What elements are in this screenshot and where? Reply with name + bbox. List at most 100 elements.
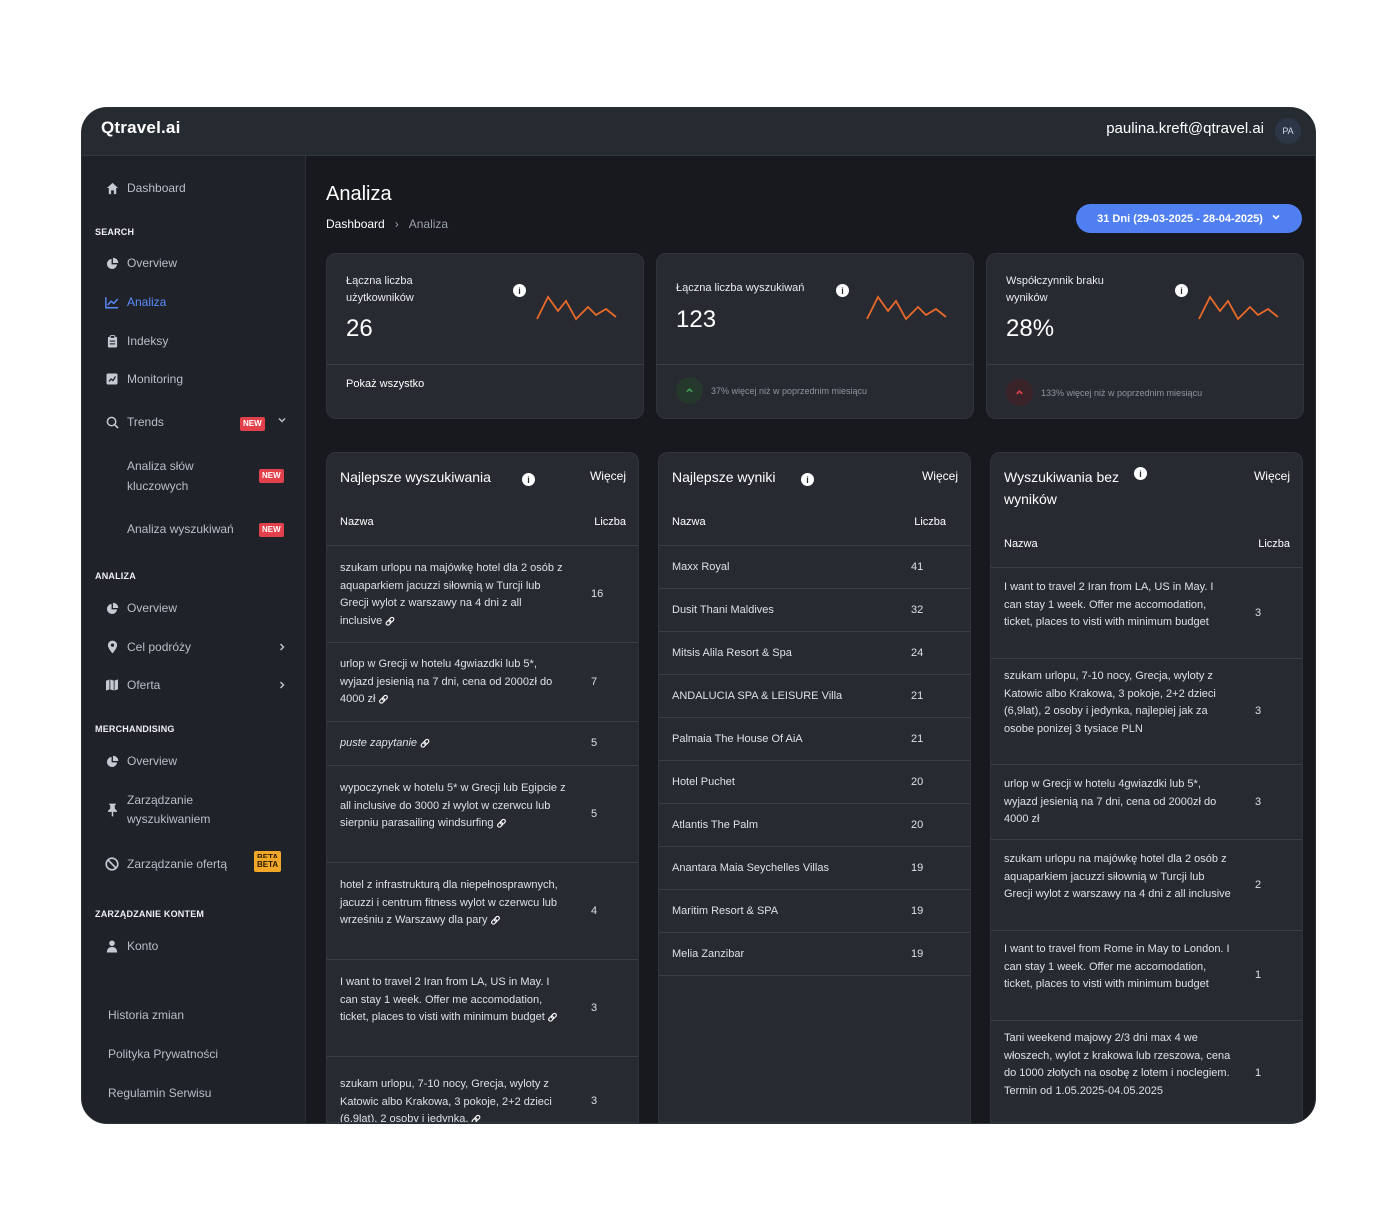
column-header-name[interactable]: Nazwa bbox=[340, 516, 374, 528]
info-icon[interactable]: i bbox=[522, 473, 535, 486]
row-name[interactable]: I want to travel from Rome in May to Lon… bbox=[1004, 941, 1232, 994]
table-row[interactable]: ANDALUCIA SPA & LEISURE Villa 21 bbox=[659, 675, 970, 718]
link-icon[interactable]: 🔗 bbox=[385, 617, 395, 626]
row-name[interactable]: szukam urlopu na majówkę hotel dla 2 osó… bbox=[340, 560, 568, 630]
table-row[interactable]: Tani weekend majowy 2/3 dni max 4 we wło… bbox=[991, 1021, 1302, 1122]
chevron-right-icon[interactable] bbox=[277, 642, 287, 655]
row-name[interactable]: szukam urlopu na majówkę hotel dla 2 osó… bbox=[1004, 851, 1232, 904]
table-row[interactable]: szukam urlopu, 7-10 nocy, Grecja, wyloty… bbox=[327, 1057, 638, 1122]
row-name[interactable]: urlop w Grecji w hotelu 4gwiazdki lub 5*… bbox=[1004, 776, 1232, 829]
column-header-name[interactable]: Nazwa bbox=[672, 516, 706, 528]
column-header-name[interactable]: Nazwa bbox=[1004, 538, 1038, 550]
sidebar-item-trends[interactable]: Trends bbox=[105, 415, 164, 429]
table-row[interactable]: Atlantis The Palm 20 bbox=[659, 804, 970, 847]
show-all-link[interactable]: Pokaż wszystko bbox=[346, 378, 424, 390]
table-row[interactable]: I want to travel from Rome in May to Lon… bbox=[991, 931, 1302, 1021]
table-row[interactable]: wypoczynek w hotelu 5* w Grecji lub Egip… bbox=[327, 766, 638, 863]
column-header-count[interactable]: Liczba bbox=[1258, 538, 1290, 550]
sidebar-item-analiza[interactable]: Analiza bbox=[105, 295, 166, 309]
table-row[interactable]: Palmaia The House Of AiA 21 bbox=[659, 718, 970, 761]
table-row[interactable]: szukam urlopu, 7-10 nocy, Grecja, wyloty… bbox=[991, 659, 1302, 765]
table-row[interactable]: puste zapytanie 🔗 5 bbox=[327, 722, 638, 766]
sidebar-item-label: Cel podróży bbox=[127, 640, 192, 654]
table-row[interactable]: szukam urlopu na majówkę hotel dla 2 osó… bbox=[991, 840, 1302, 931]
breadcrumb-home[interactable]: Dashboard bbox=[326, 217, 385, 231]
row-name[interactable]: hotel z infrastrukturą dla niepełnospraw… bbox=[340, 877, 568, 930]
sidebar-item-zarzadzanie-oferta[interactable]: Zarządzanie ofertą bbox=[105, 857, 227, 871]
table-row[interactable]: szukam urlopu na majówkę hotel dla 2 osó… bbox=[327, 546, 638, 643]
row-name[interactable]: puste zapytanie 🔗 bbox=[340, 735, 568, 753]
row-name[interactable]: Tani weekend majowy 2/3 dni max 4 we wło… bbox=[1004, 1030, 1232, 1100]
pin-icon bbox=[105, 803, 119, 817]
link-icon[interactable]: 🔗 bbox=[548, 1013, 558, 1022]
date-range-dropdown[interactable]: 31 Dni (29-03-2025 - 28-04-2025) bbox=[1076, 204, 1302, 233]
row-name[interactable]: ANDALUCIA SPA & LEISURE Villa bbox=[672, 688, 892, 706]
table-row[interactable]: I want to travel 2 Iran from LA, US in M… bbox=[327, 960, 638, 1057]
avatar[interactable]: PA bbox=[1275, 118, 1301, 144]
table-row[interactable]: Melia Zanzibar 19 bbox=[659, 933, 970, 976]
row-count: 1 bbox=[1255, 1067, 1262, 1079]
info-icon[interactable]: i bbox=[801, 473, 814, 486]
polityka-prywatnosci-link[interactable]: Polityka Prywatności bbox=[108, 1047, 218, 1061]
row-name[interactable]: Maxx Royal bbox=[672, 559, 892, 577]
row-name[interactable]: szukam urlopu, 7-10 nocy, Grecja, wyloty… bbox=[340, 1076, 568, 1122]
table-row[interactable]: Maritim Resort & SPA 19 bbox=[659, 890, 970, 933]
sidebar-item-konto[interactable]: Konto bbox=[105, 939, 158, 953]
column-header-count[interactable]: Liczba bbox=[594, 516, 626, 528]
row-name[interactable]: Palmaia The House Of AiA bbox=[672, 731, 892, 749]
link-icon[interactable]: 🔗 bbox=[496, 819, 506, 828]
more-link[interactable]: Więcej bbox=[1254, 469, 1290, 483]
link-icon[interactable]: 🔗 bbox=[378, 695, 388, 704]
table-row[interactable]: Anantara Maia Seychelles Villas 19 bbox=[659, 847, 970, 890]
app-logo[interactable]: Qtravel.ai bbox=[101, 118, 181, 138]
more-link[interactable]: Więcej bbox=[922, 469, 958, 483]
sidebar-item-monitoring[interactable]: Monitoring bbox=[105, 372, 183, 386]
table-row[interactable]: urlop w Grecji w hotelu 4gwiazdki lub 5*… bbox=[991, 765, 1302, 840]
info-icon[interactable]: i bbox=[836, 284, 849, 297]
table-row[interactable]: Hotel Puchet 20 bbox=[659, 761, 970, 804]
sidebar-item-cel-podrozy[interactable]: Cel podróży bbox=[105, 640, 191, 654]
row-name[interactable]: Atlantis The Palm bbox=[672, 817, 892, 835]
info-icon[interactable]: i bbox=[1175, 284, 1188, 297]
user-email[interactable]: paulina.kreft@qtravel.ai bbox=[1106, 120, 1264, 137]
sidebar-item-search-overview[interactable]: Overview bbox=[105, 256, 177, 270]
info-icon[interactable]: i bbox=[1134, 467, 1147, 480]
column-header-count[interactable]: Liczba bbox=[914, 516, 946, 528]
chevron-right-icon[interactable] bbox=[277, 680, 287, 693]
sidebar-item-zarzadzanie-wyszukiwaniem[interactable]: Zarządzanie wyszukiwaniem bbox=[105, 791, 227, 829]
table-row[interactable]: Maxx Royal 41 bbox=[659, 546, 970, 589]
info-icon[interactable]: i bbox=[513, 284, 526, 297]
table-row[interactable]: urlop w Grecji w hotelu 4gwiazdki lub 5*… bbox=[327, 643, 638, 722]
row-name[interactable]: I want to travel 2 Iran from LA, US in M… bbox=[1004, 579, 1232, 632]
row-name[interactable]: urlop w Grecji w hotelu 4gwiazdki lub 5*… bbox=[340, 656, 568, 709]
page-title: Analiza bbox=[326, 183, 392, 205]
sidebar-item-dashboard[interactable]: Dashboard bbox=[105, 181, 186, 195]
link-icon[interactable]: 🔗 bbox=[491, 916, 501, 925]
regulamin-serwisu-link[interactable]: Regulamin Serwisu bbox=[108, 1086, 211, 1100]
row-name[interactable]: wypoczynek w hotelu 5* w Grecji lub Egip… bbox=[340, 780, 568, 833]
row-name[interactable]: Melia Zanzibar bbox=[672, 946, 892, 964]
sidebar-subitem-analiza-wyszukiwan[interactable]: Analiza wyszukiwań bbox=[127, 519, 234, 539]
table-row[interactable]: Mitsis Alila Resort & Spa 24 bbox=[659, 632, 970, 675]
row-name[interactable]: Anantara Maia Seychelles Villas bbox=[672, 860, 892, 878]
sidebar-item-analiza-overview[interactable]: Overview bbox=[105, 601, 177, 615]
row-name[interactable]: Mitsis Alila Resort & Spa bbox=[672, 645, 892, 663]
table-row[interactable]: I want to travel 2 Iran from LA, US in M… bbox=[991, 568, 1302, 659]
more-link[interactable]: Więcej bbox=[590, 469, 626, 483]
row-name[interactable]: Hotel Puchet bbox=[672, 774, 892, 792]
link-icon[interactable]: 🔗 bbox=[420, 739, 430, 748]
row-name[interactable]: I want to travel 2 Iran from LA, US in M… bbox=[340, 974, 568, 1027]
chevron-down-icon[interactable] bbox=[277, 415, 287, 428]
historia-zmian-link[interactable]: Historia zmian bbox=[108, 1008, 184, 1022]
row-name[interactable]: Dusit Thani Maldives bbox=[672, 602, 892, 620]
link-icon[interactable]: 🔗 bbox=[471, 1115, 481, 1122]
sidebar-item-oferta[interactable]: Oferta bbox=[105, 678, 160, 692]
sidebar-subitem-analiza-slow[interactable]: Analiza słów kluczowych bbox=[127, 456, 217, 496]
table-row[interactable]: Dusit Thani Maldives 32 bbox=[659, 589, 970, 632]
row-name[interactable]: Maritim Resort & SPA bbox=[672, 903, 892, 921]
sidebar-item-merch-overview[interactable]: Overview bbox=[105, 754, 177, 768]
sparkline-chart bbox=[1198, 295, 1279, 321]
row-name[interactable]: szukam urlopu, 7-10 nocy, Grecja, wyloty… bbox=[1004, 668, 1232, 738]
sidebar-item-indeksy[interactable]: Indeksy bbox=[105, 334, 168, 348]
table-row[interactable]: hotel z infrastrukturą dla niepełnospraw… bbox=[327, 863, 638, 960]
